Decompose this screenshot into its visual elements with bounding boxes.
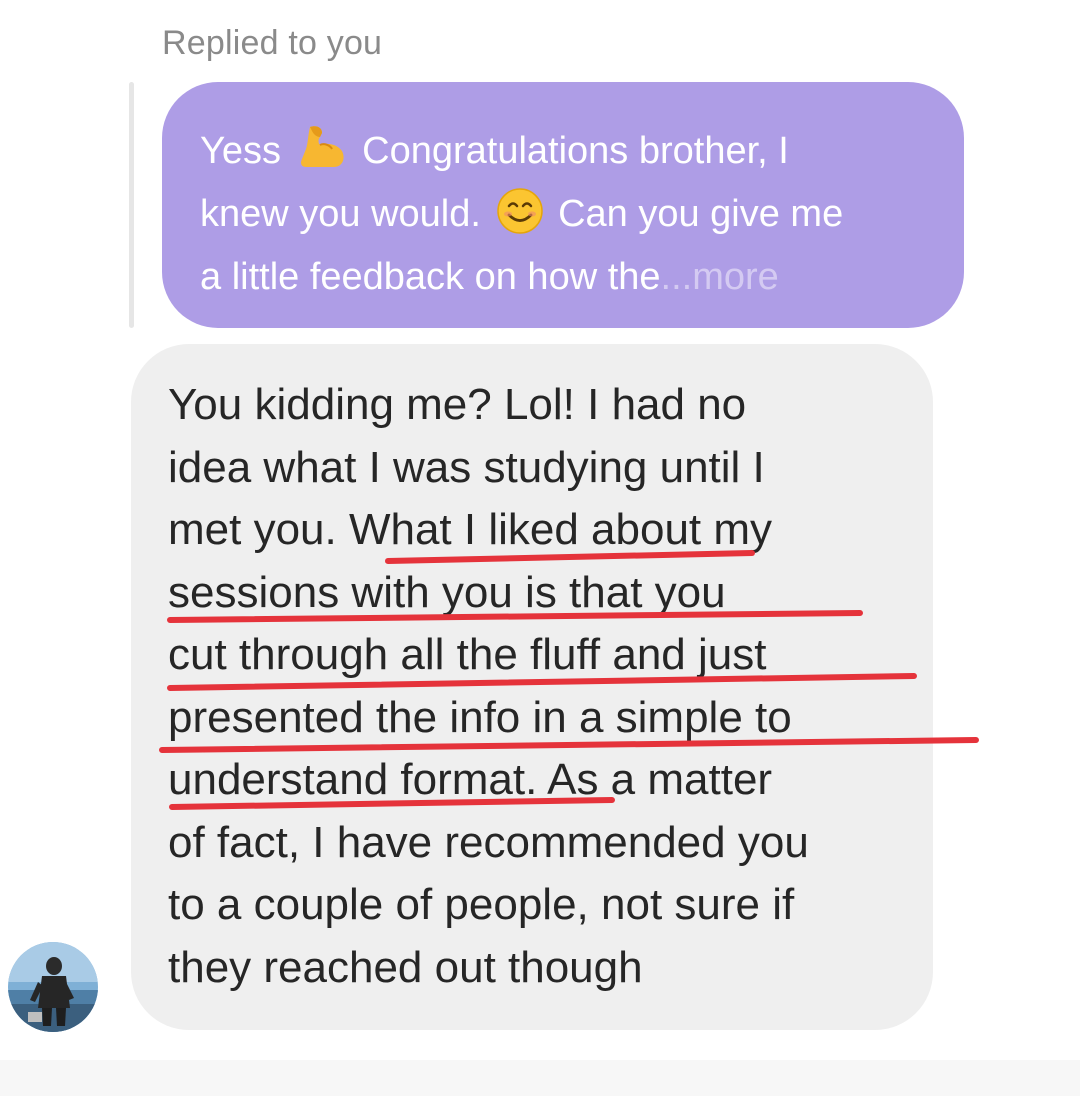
quoted-text-feedback: a little feedback on how the [200, 256, 661, 298]
message-line: understand format. As a matter [168, 755, 773, 804]
quoted-text-congratulations: Congratulations brother, I [362, 130, 789, 172]
quoted-line-3: a little feedback on how the...more [200, 246, 924, 309]
quoted-message-bubble[interactable]: Yess Congratulations brother, I knew you… [162, 82, 964, 328]
received-message-bubble[interactable]: You kidding me? Lol! I had no idea what … [131, 344, 933, 1030]
message-line: presented the info in a simple to [168, 692, 792, 742]
composer-area-edge [0, 1060, 1080, 1096]
quoted-line-2: knew you would. Can you give me [200, 183, 924, 246]
message-line: cut through all the fluff and just [168, 630, 767, 679]
message-line: of fact, I have recommended you [168, 817, 809, 867]
flexed-biceps-icon [300, 126, 344, 167]
dm-thread-screen: Replied to you Yess Congratulations brot… [0, 0, 1080, 1096]
reply-indicator-bar [129, 82, 134, 328]
message-line: they reached out though [168, 942, 643, 992]
smiling-face-icon [496, 188, 543, 234]
more-link[interactable]: ...more [661, 256, 779, 298]
message-line: idea what I was studying until I [168, 442, 765, 492]
avatar-photo-icon [8, 942, 98, 1032]
quoted-line-1: Yess Congratulations brother, I [200, 120, 924, 183]
quoted-text-can-you: Can you give me [558, 193, 844, 235]
avatar[interactable] [8, 942, 98, 1032]
quoted-text-knew: knew you would. [200, 193, 481, 235]
message-line: met you. What I liked about my [168, 505, 773, 554]
message-line: sessions with you is that you [168, 567, 726, 617]
message-line: You kidding me? Lol! I had no [168, 380, 747, 429]
quoted-text-yess: Yess [200, 130, 281, 172]
message-line: to a couple of people, not sure if [168, 880, 795, 929]
replied-to-you-label: Replied to you [162, 24, 383, 62]
